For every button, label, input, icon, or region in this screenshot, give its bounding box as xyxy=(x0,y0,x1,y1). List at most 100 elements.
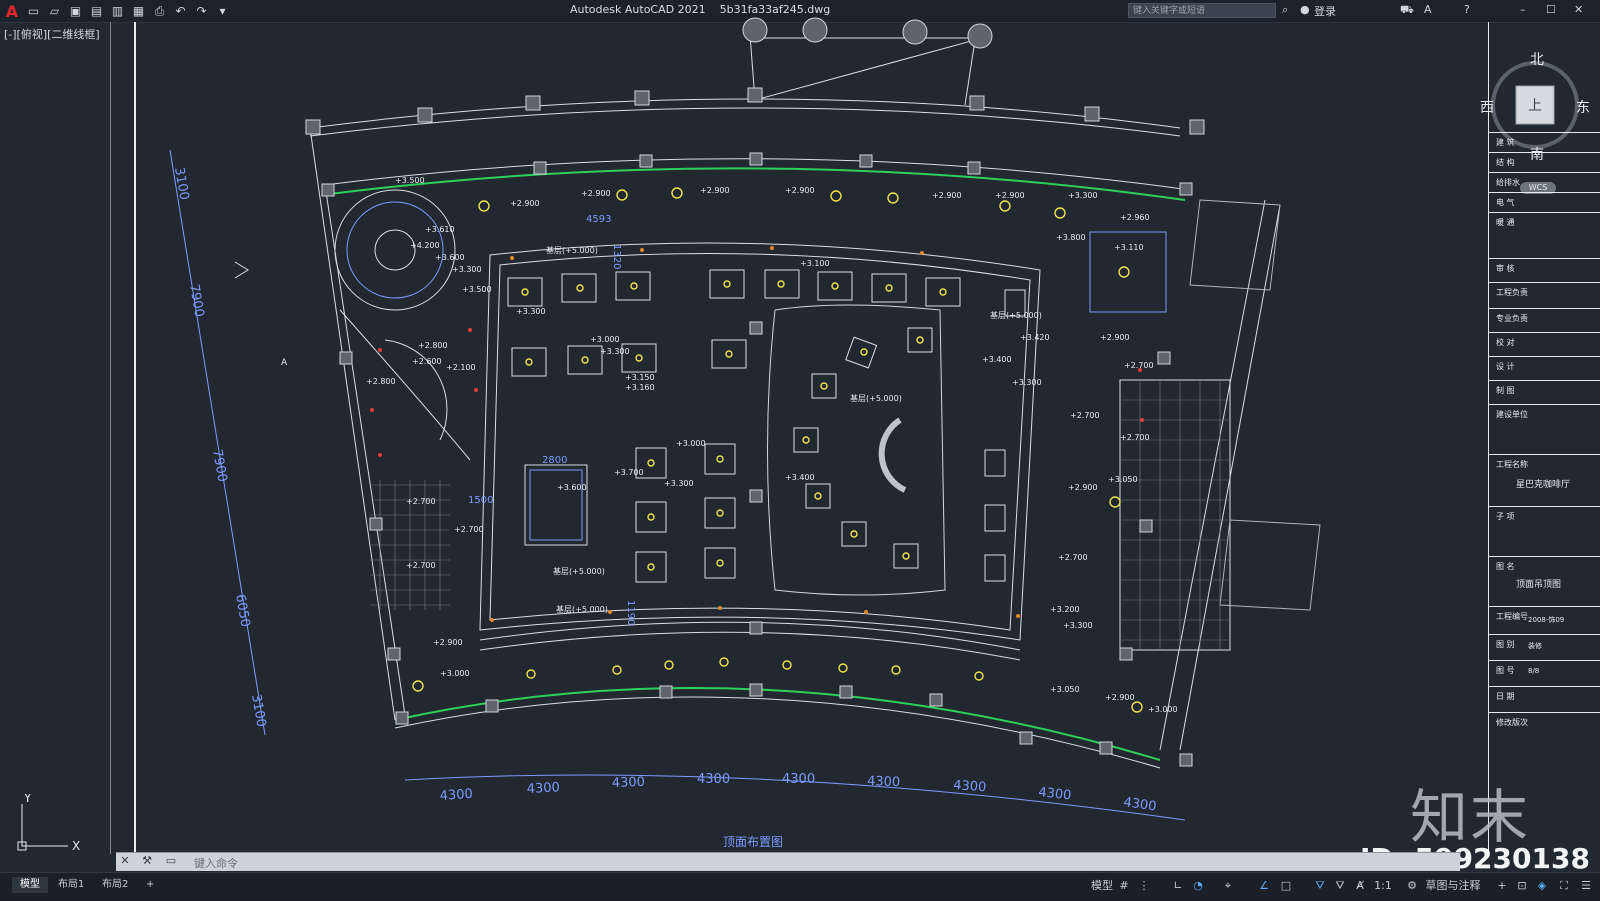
svg-text:+2.900: +2.900 xyxy=(700,186,730,195)
svg-text:Y: Y xyxy=(23,794,32,805)
svg-text:3100: 3100 xyxy=(248,693,269,728)
svg-text:+3.420: +3.420 xyxy=(1020,333,1050,342)
model-space-button[interactable]: 模型 xyxy=(1090,878,1114,894)
customize-status-icon[interactable]: ☰ xyxy=(1578,878,1594,894)
svg-text:+2.900: +2.900 xyxy=(1105,693,1135,702)
dimension-left: 3100 xyxy=(171,166,192,201)
compass-east[interactable]: 东 xyxy=(1576,100,1590,116)
svg-text:+2.700: +2.700 xyxy=(1124,361,1154,370)
svg-text:+3.100: +3.100 xyxy=(800,259,830,268)
drawing-name: 顶面吊顶图 xyxy=(1516,580,1562,590)
svg-text:+2.700: +2.700 xyxy=(1070,411,1100,420)
svg-text:X: X xyxy=(72,839,80,853)
scale-dropdown[interactable]: 1:1 xyxy=(1372,878,1394,894)
svg-text:+3.050: +3.050 xyxy=(1108,475,1138,484)
grid-icon[interactable]: # xyxy=(1116,878,1132,894)
svg-text:+3.300: +3.300 xyxy=(1063,621,1093,630)
svg-text:基层(+5.000): 基层(+5.000) xyxy=(850,393,902,403)
osnap-tracking-icon[interactable]: ⌖ xyxy=(1220,878,1236,894)
compass-west[interactable]: 西 xyxy=(1480,100,1494,116)
svg-text:+2.900: +2.900 xyxy=(581,189,611,198)
svg-text:+2.700: +2.700 xyxy=(406,497,436,506)
svg-text:+2.100: +2.100 xyxy=(446,363,476,372)
svg-text:+3.000: +3.000 xyxy=(1148,705,1178,714)
svg-text:+3.300: +3.300 xyxy=(1012,378,1042,387)
svg-text:4300: 4300 xyxy=(867,774,901,790)
object-snap-icon[interactable]: □ xyxy=(1278,878,1294,894)
svg-text:6050: 6050 xyxy=(232,593,253,628)
dimension-line-left xyxy=(169,149,266,736)
project-name: 星巴克咖啡厅 xyxy=(1516,480,1571,490)
svg-text:+2.900: +2.900 xyxy=(995,191,1025,200)
cad-drawing-canvas[interactable]: +3.500 +2.900 +2.900 +2.900 +2.900 +2.90… xyxy=(0,0,1600,900)
workspace-gear-icon[interactable]: ⚙ xyxy=(1404,878,1420,894)
svg-text:4300: 4300 xyxy=(697,772,730,787)
close-command-icon[interactable]: ✕ xyxy=(118,854,132,868)
svg-text:2800: 2800 xyxy=(542,455,567,466)
svg-text:+3.500: +3.500 xyxy=(462,285,492,294)
svg-text:1500: 1500 xyxy=(468,495,493,506)
svg-text:4300: 4300 xyxy=(1038,785,1072,803)
isolate-icon[interactable]: ◈ xyxy=(1534,878,1550,894)
outer-wall-bottom xyxy=(394,687,1161,761)
polar-icon[interactable]: ◔ xyxy=(1190,878,1206,894)
workspace-dropdown[interactable]: 草图与注释 xyxy=(1424,878,1482,894)
drawing-caption: 顶面布置图 xyxy=(723,835,783,849)
svg-text:+2.800: +2.800 xyxy=(366,377,396,386)
svg-text:7900: 7900 xyxy=(186,283,207,318)
svg-text:+3.300: +3.300 xyxy=(452,265,482,274)
command-input[interactable]: 键入命令 xyxy=(194,855,238,871)
annotation-scale-icon[interactable]: Ⱥ xyxy=(1352,878,1368,894)
svg-text:4300: 4300 xyxy=(782,772,815,787)
svg-text:+3.300: +3.300 xyxy=(516,307,546,316)
tab-model[interactable]: 模型 xyxy=(12,877,48,893)
fullscreen-icon[interactable]: ⛶ xyxy=(1556,878,1572,894)
svg-text:+2.700: +2.700 xyxy=(406,561,436,570)
tab-layout1[interactable]: 布局1 xyxy=(50,877,92,893)
svg-text:+3.400: +3.400 xyxy=(982,355,1012,364)
annotation-visibility-icon[interactable]: ⛛ xyxy=(1312,878,1328,894)
viewcube-face[interactable]: 上 xyxy=(1528,98,1542,114)
svg-text:+3.400: +3.400 xyxy=(785,473,815,482)
svg-text:+2.600: +2.600 xyxy=(412,357,442,366)
svg-text:+2.700: +2.700 xyxy=(1120,433,1150,442)
svg-text:4300: 4300 xyxy=(1122,795,1157,814)
svg-text:+2.900: +2.900 xyxy=(1068,483,1098,492)
auto-scale-icon[interactable]: ⛛ xyxy=(1332,878,1348,894)
snap-icon[interactable]: ⋮ xyxy=(1136,878,1152,894)
svg-text:+3.050: +3.050 xyxy=(1050,685,1080,694)
outer-wall-top xyxy=(309,98,1181,129)
left-wall xyxy=(309,127,396,721)
svg-text:基层(+5.000): 基层(+5.000) xyxy=(990,310,1042,320)
svg-text:+3.700: +3.700 xyxy=(614,468,644,477)
svg-text:+2.900: +2.900 xyxy=(932,191,962,200)
svg-text:基层(+5.000): 基层(+5.000) xyxy=(546,245,598,255)
project-number: 2008-饰09 xyxy=(1528,616,1565,624)
ortho-icon[interactable]: ∟ xyxy=(1170,878,1186,894)
title-block: 建 筑 结 构 给排水 电 气 暖 通 审 核 工程负责 专业负责 校 对 设 … xyxy=(1488,130,1600,842)
svg-text:+3.000: +3.000 xyxy=(440,669,470,678)
svg-text:4300: 4300 xyxy=(953,778,987,795)
svg-text:+4.200: +4.200 xyxy=(410,241,440,250)
section-marker: A xyxy=(281,358,288,368)
svg-text:基层(+5.000): 基层(+5.000) xyxy=(553,566,605,576)
svg-text:+3.600: +3.600 xyxy=(557,483,587,492)
svg-text:1320: 1320 xyxy=(611,244,622,269)
svg-text:+3.160: +3.160 xyxy=(625,383,655,392)
svg-text:基层(+5.000): 基层(+5.000) xyxy=(556,604,608,614)
isodraft-icon[interactable]: ∠ xyxy=(1256,878,1272,894)
add-layout-button[interactable]: + xyxy=(138,877,162,893)
add-icon[interactable]: + xyxy=(1494,878,1510,894)
ucs-icon: Y X xyxy=(17,794,80,853)
svg-text:+3.600: +3.600 xyxy=(435,253,465,262)
compass-north[interactable]: 北 xyxy=(1530,52,1544,68)
customize-command-icon[interactable]: ⚒ xyxy=(140,854,154,868)
recent-commands-icon[interactable]: ▭ xyxy=(164,854,178,868)
tab-layout2[interactable]: 布局2 xyxy=(94,877,136,893)
svg-text:+2.960: +2.960 xyxy=(1120,213,1150,222)
svg-text:+2.700: +2.700 xyxy=(1058,553,1088,562)
command-line[interactable]: ✕ ⚒ ▭ 键入命令 xyxy=(116,852,1460,871)
units-icon[interactable]: ⊡ xyxy=(1514,878,1530,894)
svg-text:4300: 4300 xyxy=(526,780,560,797)
svg-text:7900: 7900 xyxy=(209,448,230,483)
